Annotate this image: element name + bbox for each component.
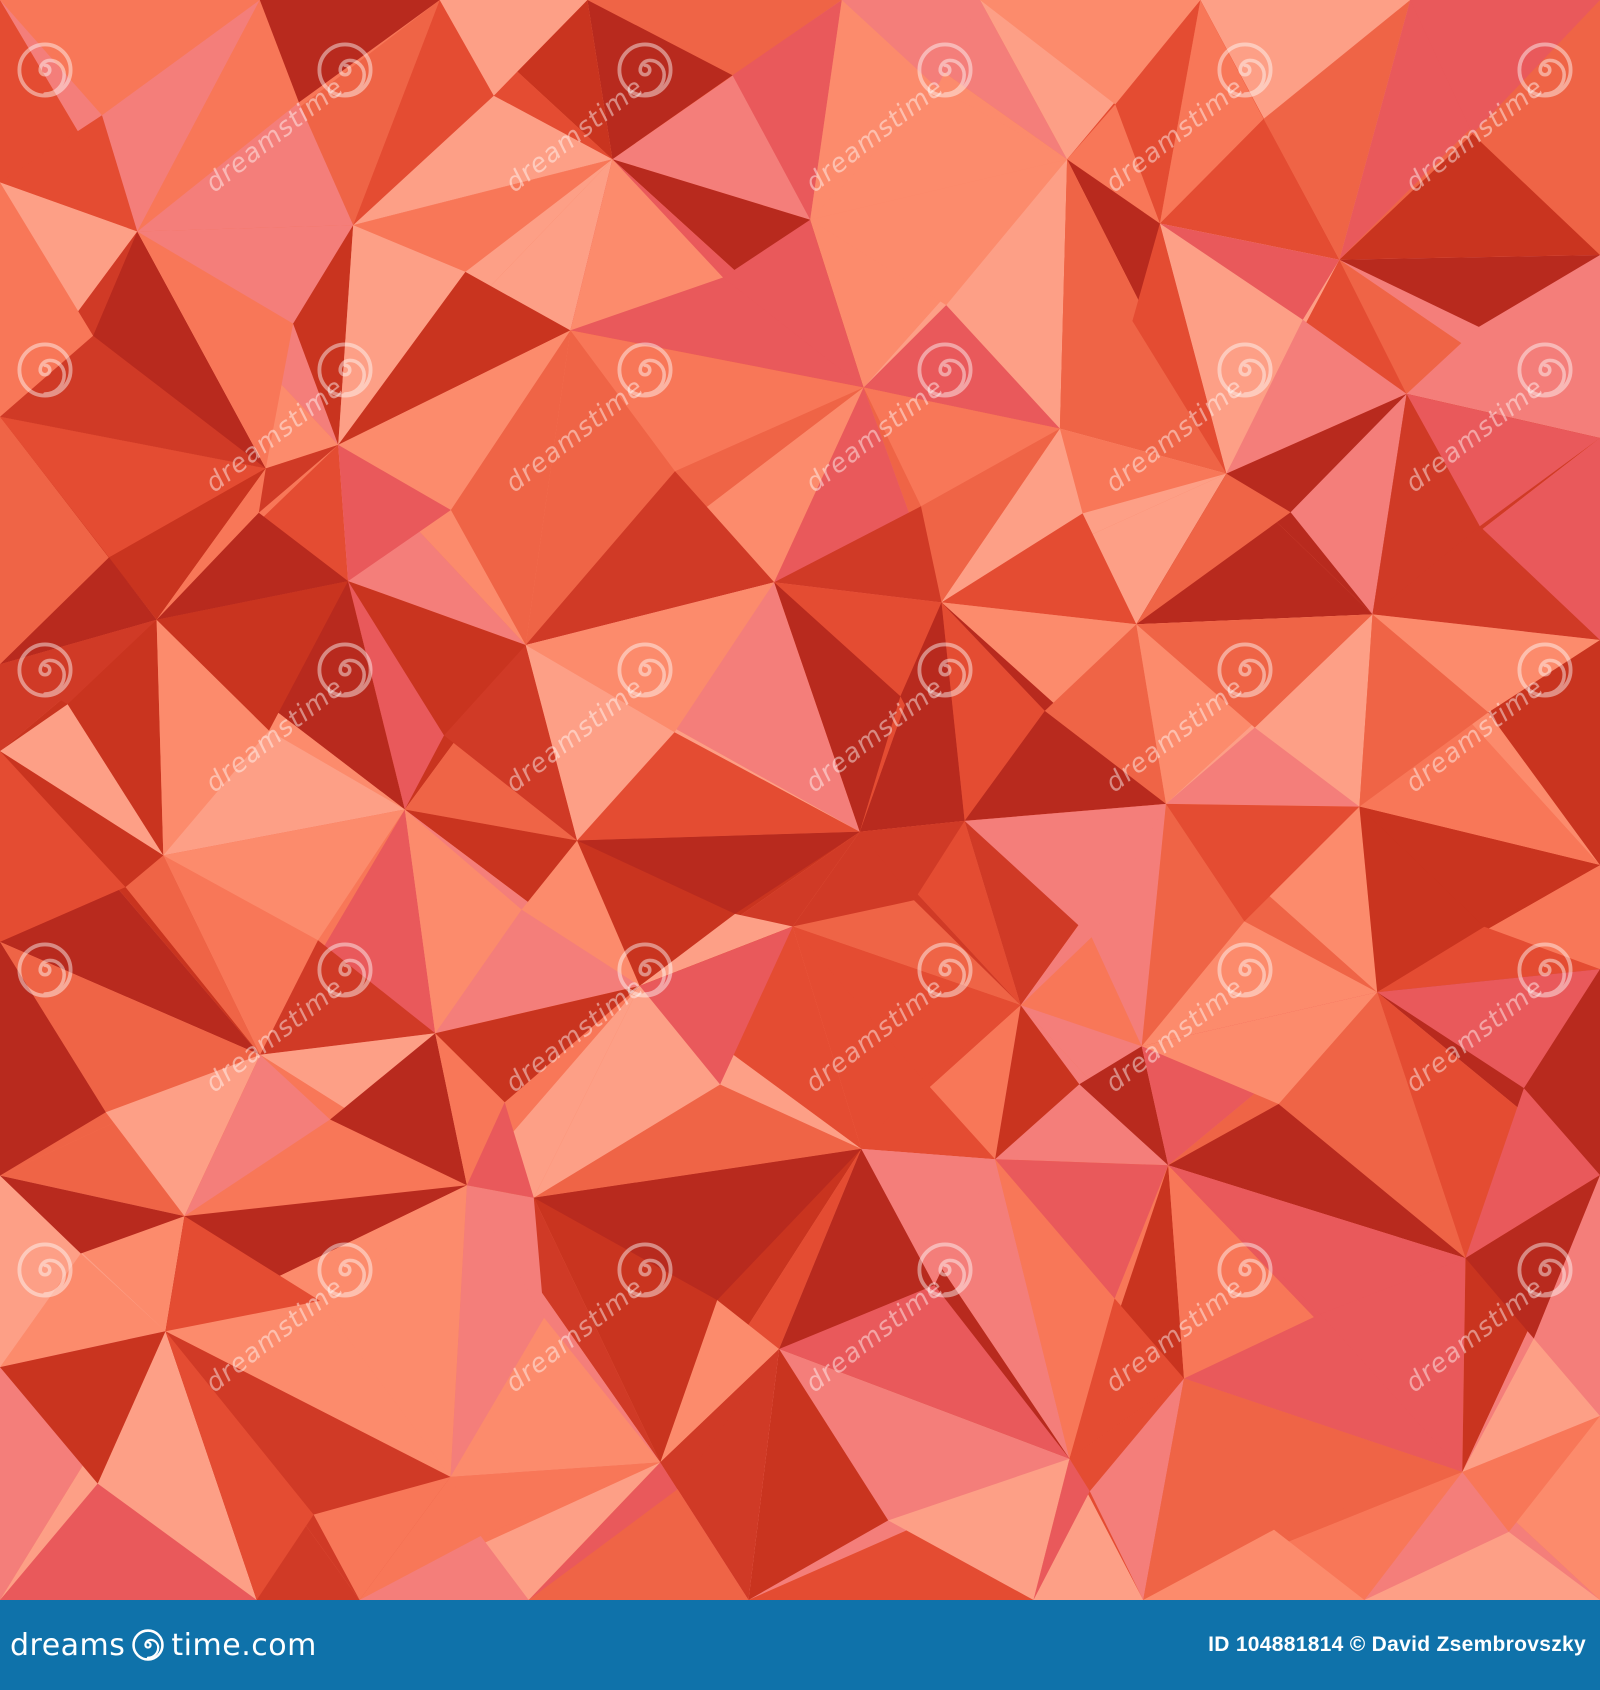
triangle-mosaic <box>0 0 1600 1600</box>
photo-id-credit: ID 104881814 © David Zsembrovszky <box>1208 1633 1586 1656</box>
triangle-mosaic-canvas <box>0 0 1600 1600</box>
brand-suffix: time.com <box>171 1627 317 1663</box>
brand-prefix: dreams <box>10 1627 126 1663</box>
stock-image-frame: dreamstime dreamstime dreamstime dreamstime… <box>0 0 1600 1690</box>
footer-bar: dreams time.com ID 104881814 © David Zse… <box>0 1600 1600 1690</box>
spiral-logo-icon <box>132 1629 165 1661</box>
brand-wordmark: dreams time.com <box>10 1628 317 1663</box>
